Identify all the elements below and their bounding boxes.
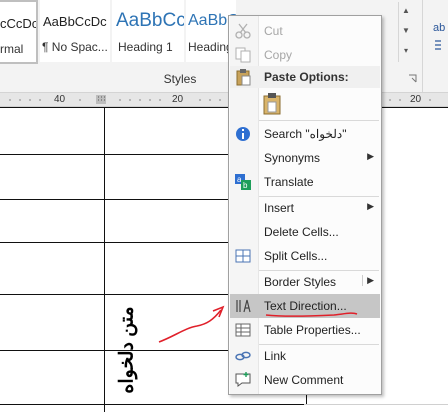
table-properties-icon — [234, 321, 252, 339]
svg-text:b: b — [243, 181, 248, 190]
menu-item-new-comment[interactable]: New Comment — [230, 368, 380, 392]
menu-item-split-cells[interactable]: Split Cells... — [230, 244, 380, 268]
menu-item-label: Insert — [264, 201, 295, 215]
table-border — [104, 107, 105, 405]
scroll-up-icon[interactable]: ▲ — [401, 2, 411, 20]
submenu-arrow-icon: ▶ — [367, 201, 374, 211]
submenu-arrow-icon: ▶ — [367, 151, 374, 161]
menu-item-label: Delete Cells... — [264, 225, 339, 239]
annotation-arrow — [155, 298, 235, 352]
menu-item-copy[interactable]: Copy — [230, 43, 380, 67]
cell-text: متن دلخواه — [116, 306, 138, 394]
menu-item-label: Table Properties... — [264, 323, 361, 337]
style-sample: AaBbCcDc — [43, 14, 107, 29]
menu-item-label: Split Cells... — [264, 249, 328, 263]
menu-item-synonyms[interactable]: Synonyms ▶ — [230, 146, 380, 170]
editing-glyph: ab — [433, 22, 446, 34]
menu-item-translate[interactable]: ab Translate — [230, 170, 380, 194]
style-normal[interactable]: cCcDc rmal — [0, 0, 38, 64]
translate-icon: ab — [234, 173, 252, 191]
menu-item-insert[interactable]: Insert ▶ — [230, 196, 380, 220]
menu-item-cut[interactable]: Cut — [230, 19, 380, 43]
context-menu: Cut Copy Paste Options: Search "دلخواه" … — [228, 15, 382, 395]
split-cells-icon — [234, 247, 252, 265]
menu-item-label: Cut — [264, 24, 283, 38]
style-name: ¶ No Spac... — [42, 40, 108, 54]
paste-options-header: Paste Options: — [230, 66, 380, 88]
text-direction-icon — [234, 297, 252, 315]
style-name: Heading — [188, 40, 233, 54]
menu-item-search[interactable]: Search "دلخواه" — [230, 122, 380, 146]
dialog-launcher-icon[interactable] — [408, 74, 418, 84]
style-name: rmal — [0, 42, 24, 56]
menu-item-table-properties[interactable]: Table Properties... — [230, 318, 380, 342]
table-border — [104, 404, 105, 412]
paste-icon — [234, 68, 252, 86]
table-border — [0, 404, 306, 405]
style-heading-1[interactable]: AaBbCc Heading 1 — [112, 0, 184, 62]
scissors-icon — [234, 22, 252, 40]
comment-icon — [234, 371, 252, 389]
table-cell-rotated-text[interactable]: متن دلخواه — [114, 300, 140, 400]
menu-item-label: Translate — [264, 175, 314, 189]
menu-item-label: New Comment — [264, 373, 344, 387]
menu-item-label: Link — [264, 349, 287, 363]
link-icon — [234, 347, 252, 365]
submenu-arrow-icon: ▶ — [362, 275, 374, 286]
menu-separator — [259, 120, 379, 121]
menu-item-delete-cells[interactable]: Delete Cells... — [230, 220, 380, 244]
scroll-down-icon[interactable]: ▼ — [401, 22, 411, 40]
paste-keep-text-only-icon[interactable] — [261, 92, 283, 116]
style-sample: AaBbCc — [116, 10, 184, 31]
gallery-more-icon[interactable]: ▾ — [401, 42, 411, 60]
copy-icon — [234, 46, 252, 64]
paste-options-label: Paste Options: — [264, 70, 349, 84]
menu-item-border-styles[interactable]: Border Styles ▶ — [230, 270, 380, 294]
menu-item-label: Copy — [264, 48, 293, 62]
menu-item-label: Border Styles — [264, 275, 337, 289]
menu-item-link[interactable]: Link — [230, 344, 380, 368]
annotation-underline — [264, 306, 360, 317]
menu-item-label: Search "دلخواه" — [264, 127, 347, 141]
ribbon-right-group: ab — [422, 0, 448, 92]
menu-item-label: Synonyms — [264, 151, 321, 165]
style-name: Heading 1 — [118, 40, 173, 54]
page-edge — [304, 404, 448, 405]
info-icon — [234, 125, 252, 143]
styles-gallery-scrollbar[interactable]: ▲ ▼ ▾ — [398, 2, 413, 62]
style-sample: cCcDc — [0, 16, 38, 31]
replace-icon[interactable] — [433, 38, 443, 50]
style-no-spacing[interactable]: AaBbCcDc ¶ No Spac... — [40, 0, 110, 62]
